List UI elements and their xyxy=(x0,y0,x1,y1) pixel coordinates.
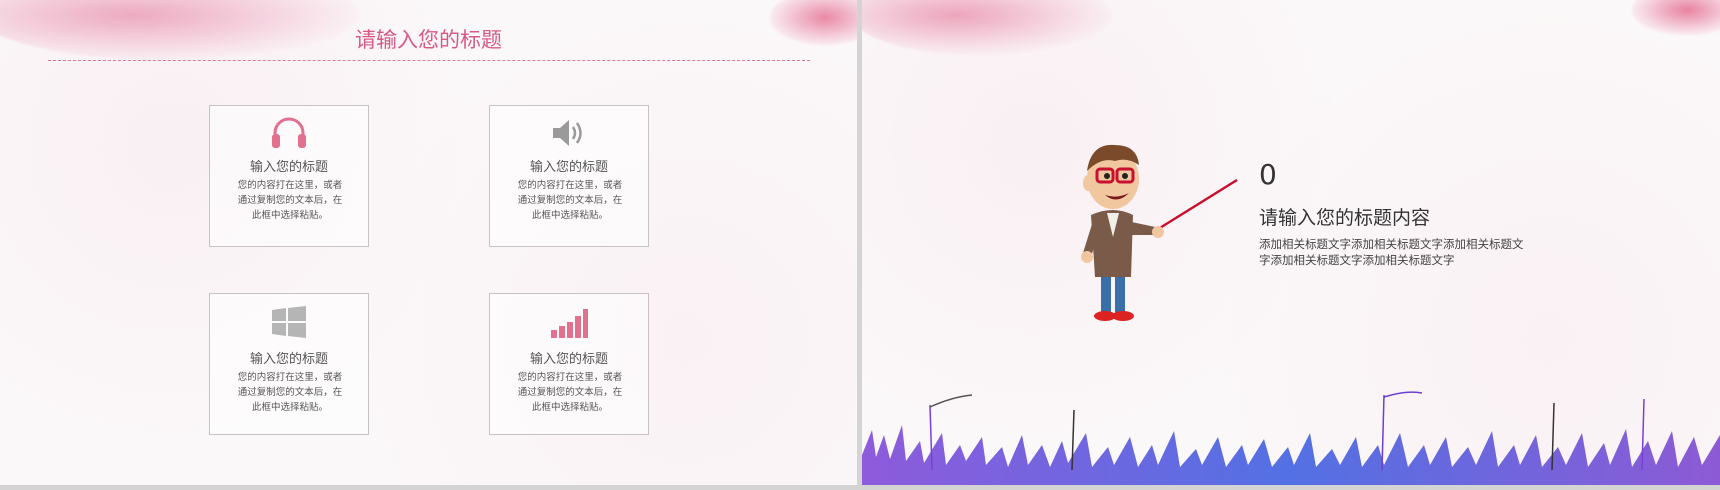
feature-card: 输入您的标题 您的内容打在这里，或者通过复制您的文本后，在此框中选择粘贴。 xyxy=(209,105,369,247)
slide-left: 请输入您的标题 输入您的标题 您的内容打在这里，或者通过复制您的文本后，在此框中… xyxy=(0,0,857,485)
section-number: 0 xyxy=(1259,158,1277,191)
content-heading: 请输入您的标题内容 xyxy=(1259,207,1431,229)
feature-card: 输入您的标题 您的内容打在这里，或者通过复制您的文本后，在此框中选择粘贴。 xyxy=(209,293,369,435)
card-body: 您的内容打在这里，或者通过复制您的文本后，在此框中选择粘贴。 xyxy=(237,180,343,221)
teacher-illustration xyxy=(1081,144,1238,321)
feature-card: 输入您的标题 您的内容打在这里，或者通过复制您的文本后，在此框中选择粘贴。 xyxy=(489,293,649,435)
card-title: 输入您的标题 xyxy=(529,160,608,175)
card-body: 您的内容打在这里，或者通过复制您的文本后，在此框中选择粘贴。 xyxy=(517,180,623,221)
card-title: 输入您的标题 xyxy=(249,160,328,175)
card-body: 您的内容打在这里，或者通过复制您的文本后，在此框中选择粘贴。 xyxy=(237,372,343,413)
speaker-icon xyxy=(549,116,589,154)
slide-right: 0 请输入您的标题内容 添加相关标题文字添加相关标题文字添加相关标题文字添加相关… xyxy=(862,0,1720,485)
title-divider xyxy=(48,60,810,61)
feature-card: 输入您的标题 您的内容打在这里，或者通过复制您的文本后，在此框中选择粘贴。 xyxy=(489,105,649,247)
grass-decoration xyxy=(862,391,1720,485)
signal-bars-icon xyxy=(549,306,589,342)
card-title: 输入您的标题 xyxy=(529,352,608,367)
watercolor-decoration xyxy=(1632,0,1720,35)
windows-icon xyxy=(270,306,308,342)
card-title: 输入您的标题 xyxy=(249,352,328,367)
content-body: 添加相关标题文字添加相关标题文字添加相关标题文字添加相关标题文字添加相关标题文字 xyxy=(1259,237,1524,267)
page-title: 请输入您的标题 xyxy=(355,28,502,52)
headphones-icon xyxy=(270,116,308,154)
card-body: 您的内容打在这里，或者通过复制您的文本后，在此框中选择粘贴。 xyxy=(517,372,623,413)
watercolor-decoration xyxy=(862,0,1112,55)
